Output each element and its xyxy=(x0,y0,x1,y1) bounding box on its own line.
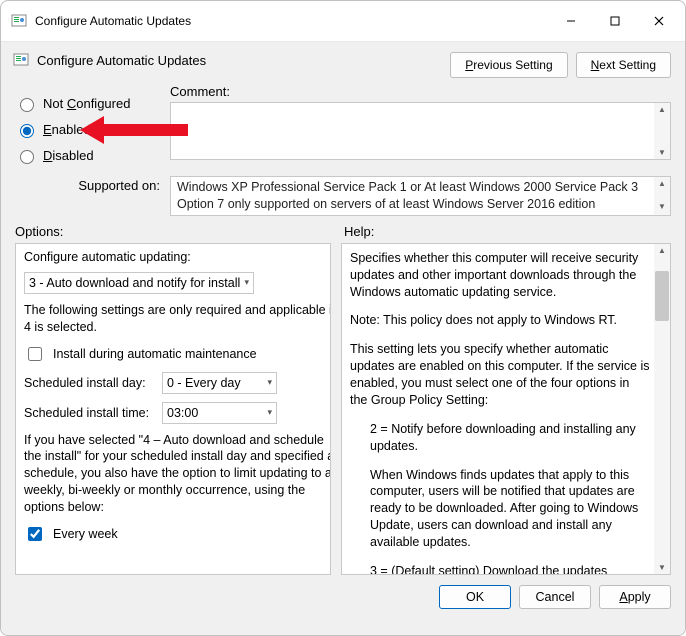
policy-icon xyxy=(11,13,27,29)
help-pane: Specifies whether this computer will rec… xyxy=(341,243,671,575)
radio-disabled[interactable]: Disabled xyxy=(15,142,170,168)
comment-textarea[interactable]: ▲ ▼ xyxy=(170,102,671,160)
install-maintenance-label: Install during automatic maintenance xyxy=(53,347,257,361)
comment-scrollbar[interactable]: ▲ ▼ xyxy=(654,103,670,159)
page-subtitle: Configure Automatic Updates xyxy=(37,53,206,68)
scroll-down-icon: ▼ xyxy=(656,200,668,215)
chevron-down-icon: ▾ xyxy=(244,277,249,288)
help-p6: 3 = (Default setting) Download the updat… xyxy=(350,563,650,574)
scheduled-time-label: Scheduled install time: xyxy=(24,406,154,420)
only-required-text: The following settings are only required… xyxy=(24,302,322,336)
scroll-up-icon: ▲ xyxy=(656,103,668,116)
cancel-button[interactable]: Cancel xyxy=(519,585,591,609)
radio-not-configured[interactable]: Not Configured xyxy=(15,90,170,116)
update-mode-select[interactable]: 3 - Auto download and notify for install… xyxy=(24,272,254,294)
options-pane: Configure automatic updating: 3 - Auto d… xyxy=(15,243,331,575)
update-mode-value: 3 - Auto download and notify for install xyxy=(29,276,240,290)
scroll-down-icon: ▼ xyxy=(656,146,668,159)
scheduled-time-value: 03:00 xyxy=(167,406,198,420)
scroll-up-icon: ▲ xyxy=(656,177,668,192)
supported-on-text: Windows XP Professional Service Pack 1 o… xyxy=(170,176,671,216)
install-maintenance-checkbox[interactable]: Install during automatic maintenance xyxy=(24,344,322,364)
scheduled-day-label: Scheduled install day: xyxy=(24,376,154,390)
scroll-up-icon: ▲ xyxy=(656,244,668,257)
radio-enabled[interactable]: Enabled xyxy=(15,116,170,142)
help-p4: 2 = Notify before downloading and instal… xyxy=(350,421,650,455)
every-week-label: Every week xyxy=(53,527,118,541)
configure-updating-label: Configure automatic updating: xyxy=(24,250,322,264)
previous-setting-button[interactable]: Previous Setting xyxy=(450,52,567,78)
help-p3: This setting lets you specify whether au… xyxy=(350,341,650,409)
help-label: Help: xyxy=(344,224,671,239)
window-title: Configure Automatic Updates xyxy=(35,14,549,28)
help-scrollbar[interactable]: ▲ ▼ xyxy=(654,244,670,574)
supported-scrollbar[interactable]: ▲ ▼ xyxy=(654,177,670,215)
every-week-checkbox[interactable]: Every week xyxy=(24,524,322,544)
maximize-button[interactable] xyxy=(593,7,637,35)
close-button[interactable] xyxy=(637,7,681,35)
policy-icon-large xyxy=(13,52,29,68)
chevron-down-icon: ▾ xyxy=(267,377,272,388)
comment-label: Comment: xyxy=(170,84,671,99)
ok-button[interactable]: OK xyxy=(439,585,511,609)
scheduled-time-select[interactable]: 03:00 ▾ xyxy=(162,402,277,424)
scroll-down-icon: ▼ xyxy=(656,561,668,574)
scheduled-day-select[interactable]: 0 - Every day ▾ xyxy=(162,372,277,394)
options-label: Options: xyxy=(15,224,344,239)
chevron-down-icon: ▾ xyxy=(267,407,272,418)
help-p1: Specifies whether this computer will rec… xyxy=(350,250,650,301)
if-selected-text: If you have selected "4 – Auto download … xyxy=(24,432,322,516)
minimize-button[interactable] xyxy=(549,7,593,35)
scheduled-day-value: 0 - Every day xyxy=(167,376,241,390)
help-p2: Note: This policy does not apply to Wind… xyxy=(350,312,650,329)
scrollbar-thumb[interactable] xyxy=(655,271,669,321)
next-setting-button[interactable]: Next Setting xyxy=(576,52,671,78)
supported-on-label: Supported on: xyxy=(15,176,160,216)
help-p5: When Windows finds updates that apply to… xyxy=(350,467,650,551)
apply-button[interactable]: Apply xyxy=(599,585,671,609)
